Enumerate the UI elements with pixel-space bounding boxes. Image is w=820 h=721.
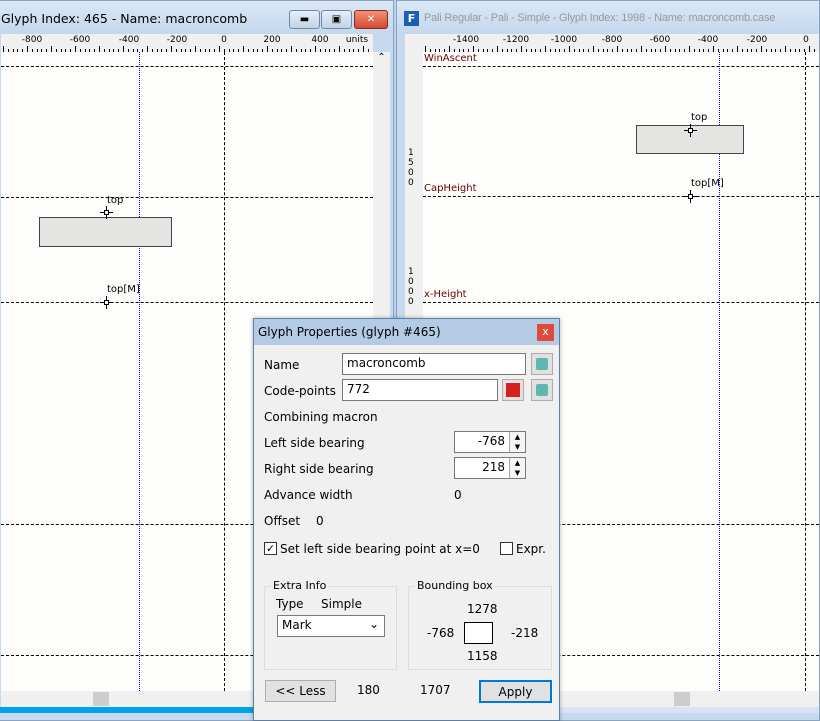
advance-line bbox=[139, 52, 140, 691]
anchor-point[interactable] bbox=[684, 190, 697, 203]
tag-lightning-icon[interactable] bbox=[531, 379, 553, 401]
title-bar: F Pali Regular - Pali - Simple - Glyph I… bbox=[397, 1, 819, 34]
type-value: Simple bbox=[321, 597, 362, 611]
app-icon: F bbox=[404, 11, 419, 26]
bbox-top: 1278 bbox=[467, 602, 498, 616]
dialog-title-bar: Glyph Properties (glyph #465) x bbox=[254, 319, 559, 345]
close-button[interactable]: ✕ bbox=[354, 10, 388, 29]
advance-label: Advance width bbox=[264, 488, 353, 502]
set-lsb-checkbox[interactable]: ✓ bbox=[264, 542, 277, 555]
guideline bbox=[1, 197, 373, 198]
lsb-value: -768 bbox=[477, 434, 505, 448]
spin-arrows-icon[interactable]: ▲ ▼ bbox=[509, 432, 525, 452]
horizontal-ruler: -1400 -1200 -1000 -800 -600 -400 -200 0 bbox=[423, 34, 819, 52]
title-bar: Glyph Index: 465 - Name: macroncomb ▬ ▣ … bbox=[0, 1, 393, 34]
bbox-left: -768 bbox=[427, 626, 455, 640]
chevron-down-icon: ⌄ bbox=[368, 617, 379, 631]
apply-button[interactable]: Apply bbox=[479, 680, 552, 703]
guideline-label: WinAscent bbox=[424, 53, 477, 64]
guideline bbox=[423, 302, 819, 303]
unicode-name: Combining macron bbox=[264, 410, 378, 424]
offset-label: Offset bbox=[264, 514, 301, 528]
ruler-label: -1400 bbox=[452, 35, 480, 45]
window-title: Pali Regular - Pali - Simple - Glyph Ind… bbox=[424, 12, 776, 24]
ruler-label: 400 bbox=[311, 35, 329, 45]
codepoints-label: Code-points bbox=[264, 384, 336, 398]
type-label: Type bbox=[276, 597, 304, 611]
origin-line bbox=[224, 52, 225, 691]
bbox-right: -218 bbox=[511, 626, 539, 640]
ruler-label: 0 bbox=[221, 35, 227, 45]
ruler-label: -1000 bbox=[550, 35, 578, 45]
name-input[interactable]: macroncomb bbox=[342, 353, 526, 375]
anchor-label: top bbox=[691, 112, 708, 123]
ruler-label: -800 bbox=[601, 35, 623, 45]
dialog-title: Glyph Properties (glyph #465) bbox=[258, 325, 441, 339]
set-lsb-label[interactable]: Set left side bearing point at x=0 bbox=[280, 542, 480, 556]
bounding-box-group: Bounding box 1278 -768 -218 1158 bbox=[408, 579, 552, 670]
vruler-label: 1000 bbox=[408, 267, 414, 307]
advance-value: 0 bbox=[454, 488, 462, 502]
offset-value: 0 bbox=[316, 514, 324, 528]
horizontal-ruler: -800 -600 -400 -200 0 200 400 units bbox=[1, 34, 373, 52]
anchor-point[interactable] bbox=[100, 206, 113, 219]
ruler-label: -1200 bbox=[502, 35, 530, 45]
scroll-thumb[interactable] bbox=[674, 692, 690, 706]
bbox-bottom: 1158 bbox=[467, 649, 498, 663]
spin-arrows-icon[interactable]: ▲ ▼ bbox=[509, 458, 525, 478]
guideline bbox=[1, 66, 373, 67]
unicode-icon[interactable] bbox=[502, 379, 524, 401]
expr-checkbox[interactable] bbox=[500, 542, 513, 555]
guideline bbox=[423, 66, 819, 67]
ruler-label: -400 bbox=[697, 35, 719, 45]
maximize-button[interactable]: ▣ bbox=[321, 10, 352, 29]
codepoints-input[interactable]: 772 bbox=[342, 379, 498, 401]
stat-value: 180 bbox=[357, 683, 380, 697]
minimize-button[interactable]: ▬ bbox=[289, 10, 320, 29]
anchor-label: top bbox=[107, 195, 124, 206]
guideline-label: x-Height bbox=[424, 289, 467, 300]
ruler-label: -200 bbox=[746, 35, 768, 45]
ruler-label: -800 bbox=[21, 35, 43, 45]
ruler-label: -600 bbox=[69, 35, 91, 45]
guideline bbox=[423, 196, 819, 197]
tag-lightning-icon[interactable] bbox=[531, 353, 553, 375]
less-button[interactable]: << Less bbox=[265, 680, 336, 702]
ruler-label: -400 bbox=[118, 35, 140, 45]
rsb-label: Right side bearing bbox=[264, 462, 374, 476]
glyph-class-select[interactable]: Mark ⌄ bbox=[277, 615, 385, 637]
rsb-value: 218 bbox=[482, 460, 505, 474]
guideline bbox=[1, 302, 373, 303]
group-legend: Bounding box bbox=[415, 579, 495, 592]
lsb-stepper[interactable]: -768 ▲ ▼ bbox=[454, 431, 526, 453]
close-button[interactable]: x bbox=[537, 324, 554, 341]
name-label: Name bbox=[264, 358, 300, 372]
ruler-label: -200 bbox=[166, 35, 188, 45]
select-value: Mark bbox=[282, 618, 312, 632]
glyph-outline[interactable] bbox=[39, 217, 172, 247]
scroll-thumb[interactable] bbox=[93, 692, 109, 706]
ruler-label: 0 bbox=[803, 35, 809, 45]
anchor-point[interactable] bbox=[100, 296, 113, 309]
rsb-stepper[interactable]: 218 ▲ ▼ bbox=[454, 457, 526, 479]
anchor-label: top[M] bbox=[107, 284, 140, 295]
guideline-label: CapHeight bbox=[424, 183, 477, 194]
window-title: Glyph Index: 465 - Name: macroncomb bbox=[1, 11, 248, 26]
expr-label[interactable]: Expr. bbox=[516, 542, 546, 556]
origin-line bbox=[805, 52, 806, 691]
extra-info-group: Extra Info Type Simple Mark ⌄ bbox=[264, 579, 397, 670]
anchor-point[interactable] bbox=[684, 124, 697, 137]
ruler-label: 200 bbox=[263, 35, 281, 45]
group-legend: Extra Info bbox=[271, 579, 329, 592]
vruler-label: 1500 bbox=[408, 148, 414, 188]
anchor-label: top[M] bbox=[691, 178, 724, 189]
lsb-label: Left side bearing bbox=[264, 436, 365, 450]
bbox-preview bbox=[464, 622, 493, 644]
ruler-label: -600 bbox=[649, 35, 671, 45]
stat-value: 1707 bbox=[420, 683, 451, 697]
ruler-units: units bbox=[345, 35, 369, 45]
glyph-properties-dialog: Glyph Properties (glyph #465) x Name mac… bbox=[253, 318, 560, 721]
